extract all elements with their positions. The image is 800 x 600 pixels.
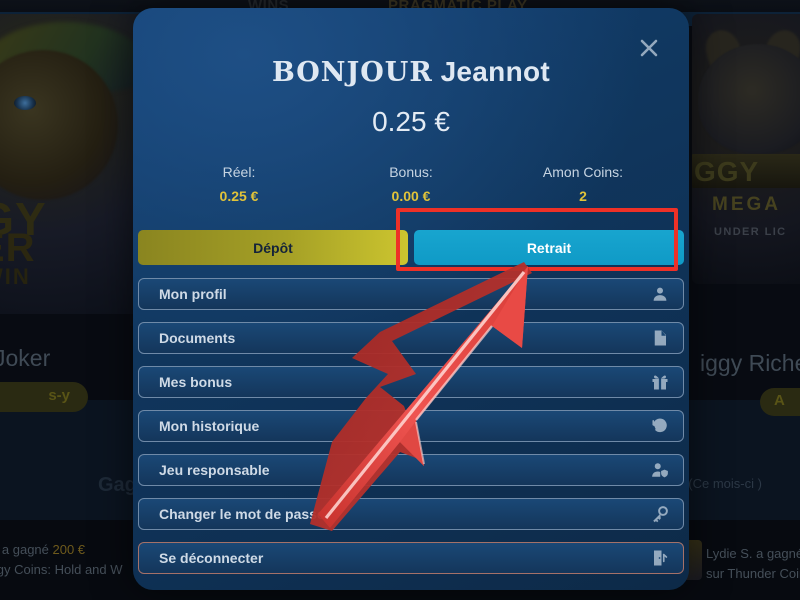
background-play-button-right-label: A [774,392,785,409]
greeting-prefix: BONJOUR [271,57,433,88]
stat-amon-coins-label: Amon Coins: [542,164,624,180]
tile-license-text: UNDER LIC [714,226,787,238]
tile-logo-text: GGY [694,156,760,187]
stat-amon-coins: Amon Coins: 2 [497,164,669,204]
gift-icon [651,373,669,391]
menu-item-label: Changer le mot de passe [159,506,325,522]
ticker-left-amount: 200 € [52,542,86,557]
ticker-entry-left-line1: S. a gagné 200 € [0,542,85,557]
total-balance: 0.25 € [372,106,450,137]
stat-bonus-label: Bonus: [389,164,433,180]
deposit-button[interactable]: Dépôt [138,230,408,265]
menu-item-label: Jeu responsable [159,462,270,478]
ticker-entry-right-line1: Lydie S. a gagné [706,546,800,561]
menu-item-label: Documents [159,330,236,346]
background-play-button-right[interactable]: A [760,388,800,416]
menu-item-documents[interactable]: Documents [138,322,684,354]
tile-art-pig [698,44,800,154]
menu-item-changer-le-mot-de-passe[interactable]: Changer le mot de passe [138,498,684,530]
menu-item-jeu-responsable[interactable]: Jeu responsable [138,454,684,486]
ticker-entry-right-line2: sur Thunder Coin [706,566,800,581]
background-game-title-right: iggy Riche [700,350,800,376]
ticker-left-prefix: S. a gagné [0,542,49,557]
background-play-button-left[interactable]: s-y [0,382,88,412]
person-icon [651,285,669,303]
menu-item-label: Mon historique [159,418,260,434]
menu-item-mes-bonus[interactable]: Mes bonus [138,366,684,398]
stat-bonus-value: 0.00 € [391,188,431,204]
history-icon [651,417,669,435]
background-play-button-left-label: s-y [48,387,70,404]
menu-item-label: Mon profil [159,286,227,302]
username-label: Jeannot [440,56,551,87]
stat-real-value: 0.25 € [219,188,259,204]
ticker-entry-left-line2: nergy Coins: Hold and W [0,562,123,577]
tile-logo-line3: D WIN [0,264,31,289]
key-icon [651,505,669,523]
account-modal: BONJOUR Jeannot 0.25 € Réel: 0.25 € Bonu… [133,8,689,590]
account-menu: Mon profil Documents Mes bonus Mon histo… [133,278,689,586]
menu-item-label: Se déconnecter [159,550,264,566]
background-game-title-left: Joker [0,345,51,371]
withdraw-button[interactable]: Retrait [414,230,684,265]
payment-buttons-row: Dépôt Retrait [133,230,689,265]
menu-item-mon-historique[interactable]: Mon historique [138,410,684,442]
balance-stats-row: Réel: 0.25 € Bonus: 0.00 € Amon Coins: 2 [153,164,669,204]
person-shield-icon [651,461,669,479]
stat-amon-coins-value: 2 [579,188,587,204]
menu-item-label: Mes bonus [159,374,233,390]
logout-icon [651,549,669,567]
tile-art-eye [14,96,36,110]
stat-real: Réel: 0.25 € [153,164,325,204]
greeting-line: BONJOUR Jeannot [133,56,689,88]
menu-item-mon-profil[interactable]: Mon profil [138,278,684,310]
menu-item-se-deconnecter[interactable]: Se déconnecter [138,542,684,574]
stat-bonus: Bonus: 0.00 € [325,164,497,204]
document-icon [651,329,669,347]
tile-mega-text: MEGA [712,194,781,215]
background-game-tile-right[interactable]: GGY MEGA UNDER LIC [692,14,800,284]
stat-real-label: Réel: [222,164,256,180]
